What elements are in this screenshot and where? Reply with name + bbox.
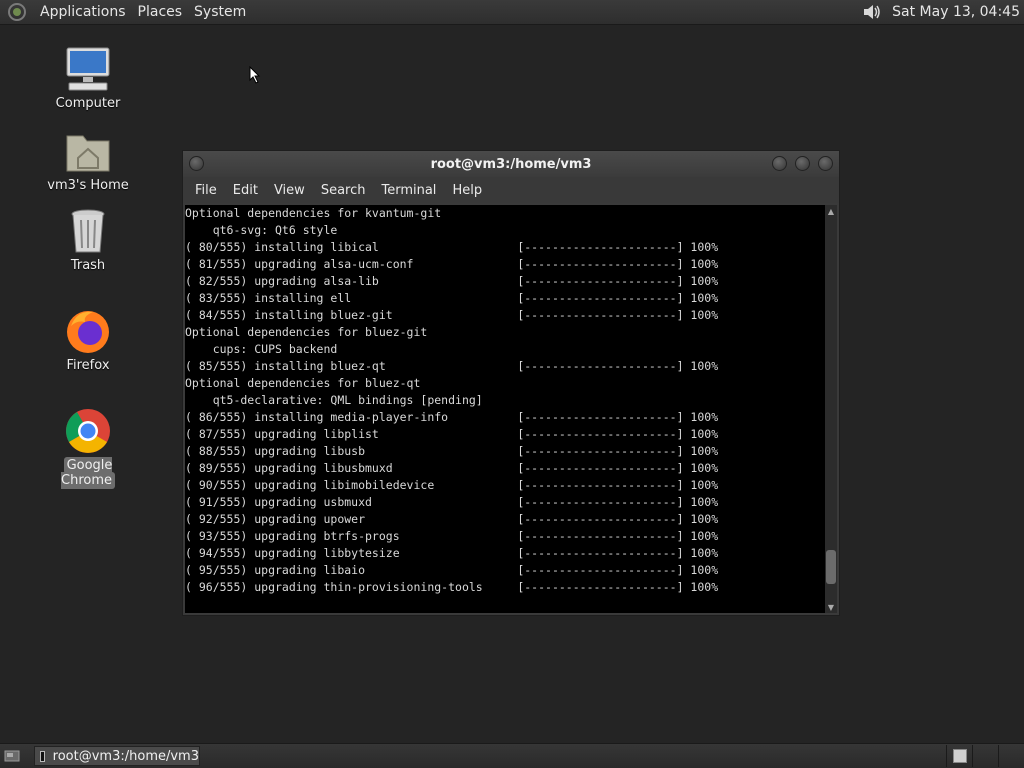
trash-icon (71, 209, 105, 253)
maximize-button[interactable] (795, 156, 810, 171)
menu-search[interactable]: Search (313, 183, 374, 198)
clock[interactable]: Sat May 13, 04:45 (884, 4, 1024, 20)
desktop-icon-label: Google Chrome (61, 457, 115, 489)
desktop-icon-label: Computer (55, 96, 121, 111)
menu-places[interactable]: Places (132, 0, 189, 24)
minimize-button[interactable] (772, 156, 787, 171)
menu-terminal[interactable]: Terminal (373, 183, 444, 198)
show-desktop-icon[interactable] (2, 746, 22, 766)
desktop-icon-label: Trash (70, 258, 106, 273)
menu-edit[interactable]: Edit (225, 183, 266, 198)
window-menu-button[interactable] (189, 156, 204, 171)
desktop-icon-home[interactable]: vm3's Home (38, 126, 138, 193)
menu-help[interactable]: Help (444, 183, 490, 198)
chrome-icon (66, 409, 110, 453)
scroll-up-arrow-icon[interactable]: ▲ (825, 205, 837, 217)
scrollbar-thumb[interactable] (826, 549, 836, 584)
computer-icon (66, 47, 110, 91)
taskbar-item-terminal[interactable]: root@vm3:/home/vm3 (34, 746, 200, 766)
desktop-icon-label: vm3's Home (47, 178, 129, 193)
menu-applications[interactable]: Applications (34, 0, 132, 24)
workspace-1[interactable] (946, 745, 972, 767)
desktop-icon-computer[interactable]: Computer (38, 44, 138, 111)
desktop-icon-trash[interactable]: Trash (38, 206, 138, 273)
workspace-2[interactable] (972, 745, 998, 767)
mouse-pointer-icon (249, 66, 261, 84)
firefox-icon (67, 311, 109, 353)
terminal-menubar: File Edit View Search Terminal Help (183, 177, 839, 203)
home-folder-icon (66, 135, 110, 172)
terminal-output[interactable]: Optional dependencies for kvantum-git qt… (185, 205, 825, 613)
bottom-panel: root@vm3:/home/vm3 (0, 743, 1024, 768)
close-button[interactable] (818, 156, 833, 171)
taskbar-item-label: root@vm3:/home/vm3 (52, 748, 199, 764)
desktop-icon-chrome[interactable]: Google Chrome (38, 406, 138, 489)
terminal-scrollbar[interactable]: ▲ ▼ (825, 205, 837, 613)
menu-system[interactable]: System (188, 0, 252, 24)
scroll-down-arrow-icon[interactable]: ▼ (825, 601, 837, 613)
workspace-switcher (946, 745, 1024, 767)
terminal-icon (40, 750, 45, 762)
terminal-window[interactable]: root@vm3:/home/vm3 File Edit View Search… (182, 150, 840, 616)
gnome-foot-icon[interactable] (6, 1, 28, 23)
desktop-icon-firefox[interactable]: Firefox (38, 306, 138, 373)
menu-file[interactable]: File (187, 183, 225, 198)
desktop-icon-label: Firefox (66, 358, 110, 373)
window-title: root@vm3:/home/vm3 (430, 156, 592, 172)
top-panel: Applications Places System Sat May 13, 0… (0, 0, 1024, 25)
volume-icon[interactable] (860, 1, 884, 23)
workspace-3[interactable] (998, 745, 1024, 767)
window-titlebar[interactable]: root@vm3:/home/vm3 (183, 151, 839, 177)
terminal-text: Optional dependencies for kvantum-git qt… (185, 206, 719, 594)
menu-view[interactable]: View (266, 183, 313, 198)
